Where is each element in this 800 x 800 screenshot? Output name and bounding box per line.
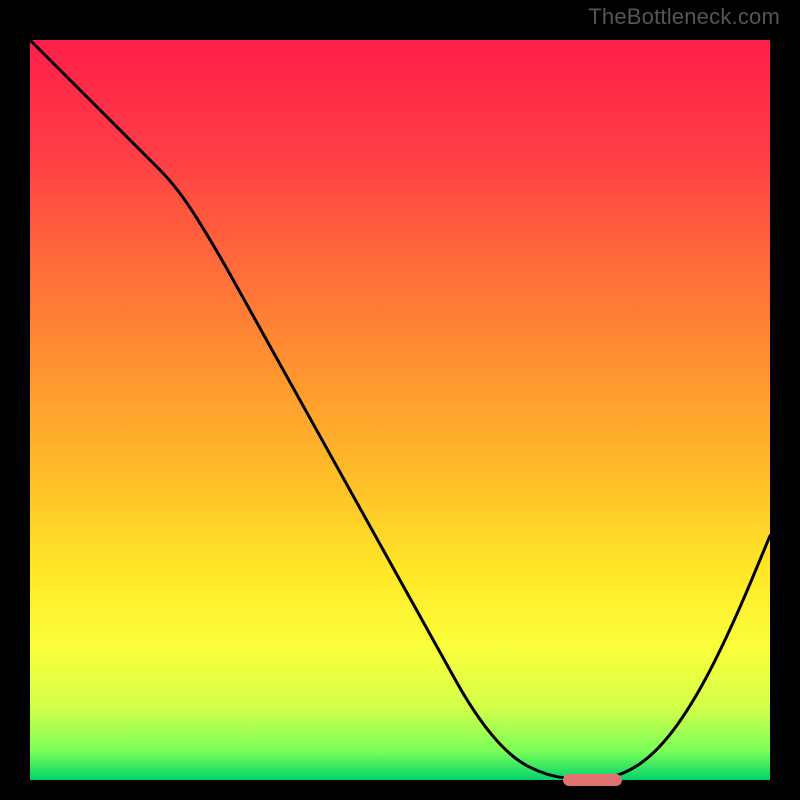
watermark-text: TheBottleneck.com bbox=[588, 4, 780, 30]
bottleneck-curve bbox=[30, 40, 770, 780]
plot-area bbox=[30, 40, 770, 780]
optimal-marker bbox=[563, 774, 622, 786]
chart-frame bbox=[20, 30, 780, 790]
